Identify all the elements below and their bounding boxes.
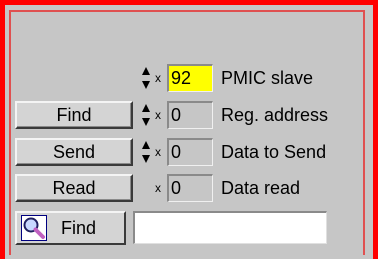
reg-address-radix: x: [155, 108, 161, 122]
reg-address-input[interactable]: 0: [167, 101, 213, 129]
reg-address-spinner[interactable]: [140, 101, 152, 129]
search-find-label: Find: [61, 217, 97, 238]
data-read-label: Data read: [221, 178, 301, 198]
spinner-arrows-icon: [142, 67, 150, 89]
reg-address-label: Reg. address: [221, 105, 329, 125]
pmic-slave-input[interactable]: 92: [167, 64, 213, 92]
send-button[interactable]: Send: [15, 138, 133, 166]
search-text-field[interactable]: [133, 211, 327, 244]
magnifier-icon: [21, 215, 47, 241]
spinner-arrows-icon: [142, 141, 150, 163]
pmic-slave-label: PMIC slave: [221, 68, 314, 88]
data-read-radix: x: [155, 181, 161, 195]
pmic-slave-radix: x: [155, 71, 161, 85]
spinner-arrows-icon: [142, 104, 150, 126]
data-to-send-label: Data to Send: [221, 142, 327, 162]
pmic-slave-spinner[interactable]: [140, 64, 152, 92]
data-to-send-radix: x: [155, 145, 161, 159]
read-button[interactable]: Read: [15, 174, 133, 202]
data-to-send-input[interactable]: 0: [167, 138, 213, 166]
data-read-output: 0: [167, 174, 213, 202]
search-find-button[interactable]: Find: [15, 211, 126, 245]
data-to-send-spinner[interactable]: [140, 138, 152, 166]
find-button[interactable]: Find: [15, 101, 133, 129]
